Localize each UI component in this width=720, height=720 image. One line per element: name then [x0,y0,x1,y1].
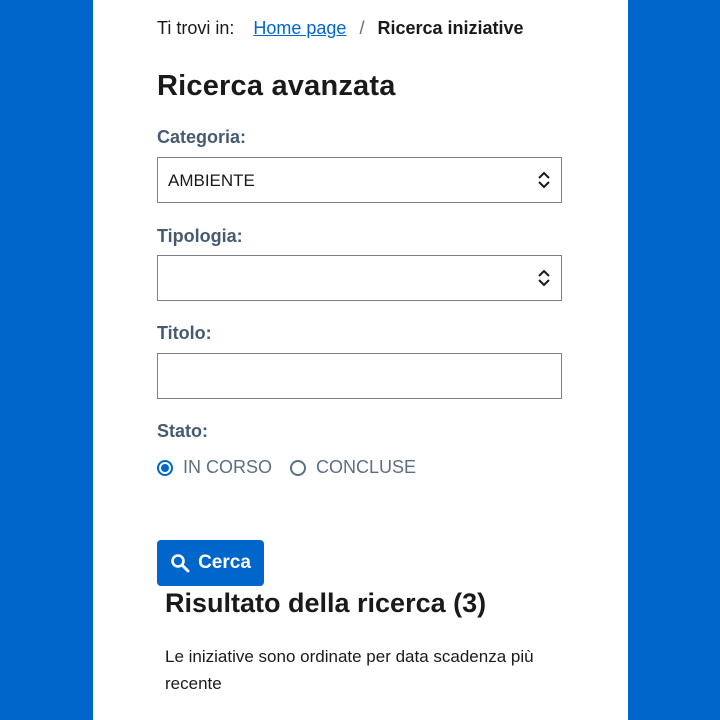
radio-checked-icon [157,459,173,476]
search-button[interactable]: Cerca [157,540,264,586]
titolo-label: Titolo: [157,323,212,343]
results-title: Risultato della ricerca (3) [165,588,487,618]
radio-in-corso[interactable]: IN CORSO [157,457,272,478]
radio-unchecked-icon [290,459,307,476]
tipologia-select[interactable] [157,255,562,301]
chevron-up-down-icon [538,171,550,189]
results-sort-note: Le iniziative sono ordinate per data sca… [165,647,534,693]
page-title: Ricerca avanzata [157,70,396,102]
categoria-selected-value: AMBIENTE [168,171,255,190]
radio-in-corso-label: IN CORSO [183,457,273,477]
titolo-input[interactable] [157,353,562,399]
tipologia-label: Tipologia: [157,226,243,246]
breadcrumb-separator: / [359,18,365,38]
categoria-select[interactable]: AMBIENTE [157,157,562,203]
radio-concluse[interactable]: CONCLUSE [290,457,416,478]
stato-label: Stato: [157,421,208,441]
breadcrumb: Ti trovi in: Home page / Ricerca iniziat… [157,18,524,39]
chevron-up-down-icon [538,269,550,287]
breadcrumb-prefix: Ti trovi in: [157,18,235,38]
radio-concluse-label: CONCLUSE [316,457,417,477]
categoria-label: Categoria: [157,127,247,147]
breadcrumb-home-link[interactable]: Home page [253,18,346,38]
search-icon [171,554,190,573]
breadcrumb-current: Ricerca iniziative [377,18,524,38]
stato-radio-group: IN CORSO CONCLUSE [157,457,434,478]
content-panel: Ti trovi in: Home page / Ricerca iniziat… [93,0,628,720]
search-button-label: Cerca [198,552,251,573]
